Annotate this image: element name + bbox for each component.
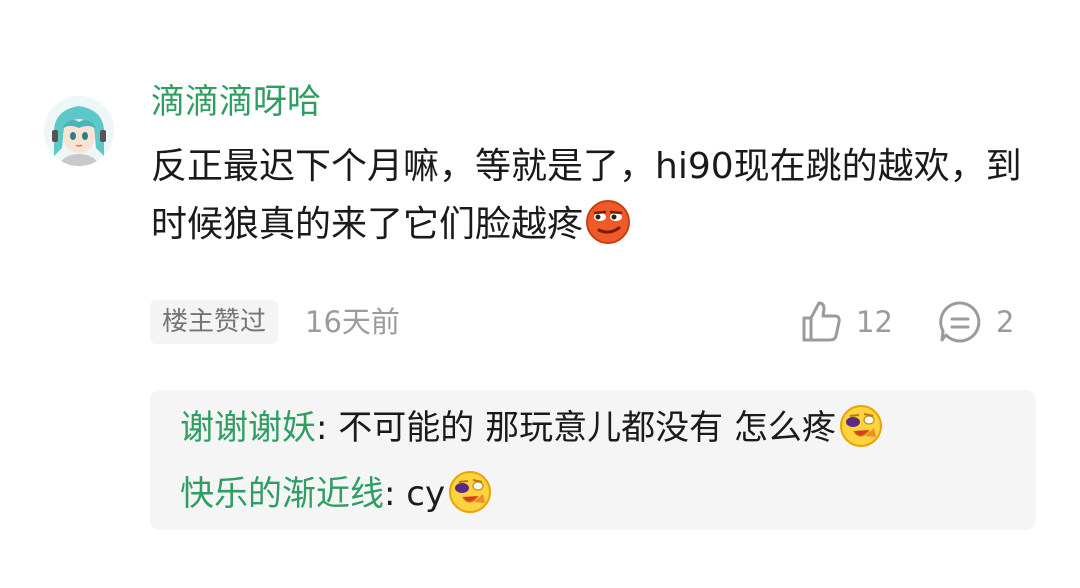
comment-username[interactable]: 滴滴滴呀哈 — [151, 80, 321, 124]
grin-face-emoji-icon — [447, 469, 493, 515]
smirk-face-emoji-icon — [585, 199, 631, 245]
reply-text: cy — [406, 474, 446, 514]
like-button[interactable]: 12 — [798, 296, 908, 348]
op-liked-badge: 楼主赞过 — [150, 300, 279, 344]
comment-bubble-icon — [936, 298, 984, 346]
reply-button[interactable]: 2 — [936, 296, 1026, 348]
comment-card: 滴滴滴呀哈 反正最迟下个月嘛，等就是了，hi90现在跳的越欢，到时候狼真的来了它… — [0, 0, 1080, 588]
replies-box[interactable]: 谢谢谢妖: 不可能的 那玩意儿都没有 怎么疼 快乐的渐近线: cy — [150, 390, 1036, 530]
avatar[interactable] — [44, 96, 114, 166]
thumbs-up-icon — [798, 298, 846, 346]
reply-item[interactable]: 快乐的渐近线: cy — [180, 470, 493, 519]
grin-face-emoji-icon — [838, 403, 884, 449]
reply-separator: : — [316, 408, 339, 448]
avatar-image — [44, 96, 114, 166]
reply-separator: : — [384, 474, 407, 514]
like-count: 12 — [856, 305, 893, 339]
reply-count: 2 — [996, 305, 1015, 339]
reply-username[interactable]: 快乐的渐近线 — [180, 474, 384, 514]
reply-username[interactable]: 谢谢谢妖 — [180, 408, 316, 448]
comment-timestamp: 16天前 — [305, 305, 400, 339]
comment-text-block: 反正最迟下个月嘛，等就是了，hi90现在跳的越欢，到时候狼真的来了它们脸越疼 — [151, 138, 1031, 254]
reply-item[interactable]: 谢谢谢妖: 不可能的 那玩意儿都没有 怎么疼 — [180, 404, 884, 453]
reply-text: 不可能的 那玩意儿都没有 怎么疼 — [338, 408, 836, 448]
